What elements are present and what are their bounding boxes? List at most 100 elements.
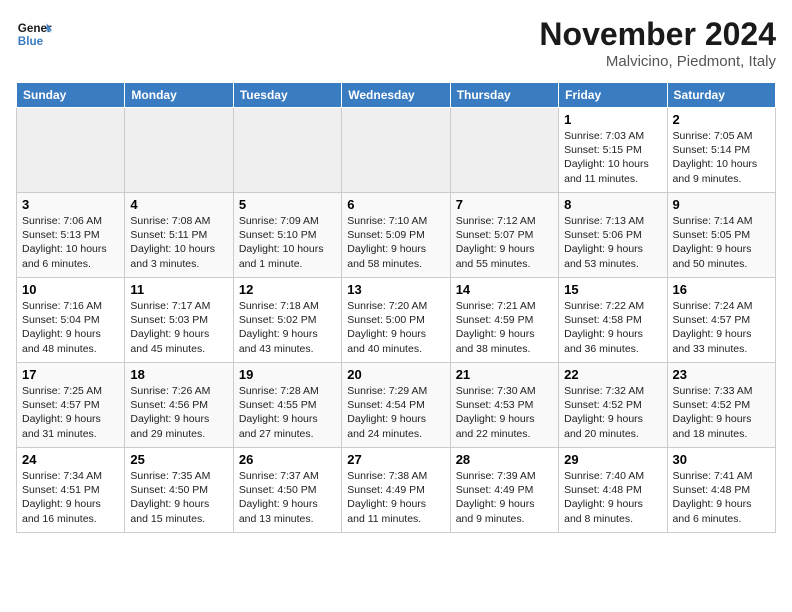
calendar-cell: 6 Sunrise: 7:10 AMSunset: 5:09 PMDaylight… [342, 193, 450, 278]
calendar-cell: 13Sunrise: 7:20 AMSunset: 5:00 PMDayligh… [342, 278, 450, 363]
weekday-header: Saturday [667, 83, 775, 108]
day-number: 19 [239, 367, 336, 382]
day-number: 26 [239, 452, 336, 467]
calendar-cell: 16 Sunrise: 7:24 AMSunset: 4:57 PMDayligh… [667, 278, 775, 363]
day-number: 29 [564, 452, 661, 467]
day-number: 25 [130, 452, 227, 467]
calendar-cell: 26 Sunrise: 7:37 AMSunset: 4:50 PMDayligh… [233, 448, 341, 533]
calendar-week-row: 1 Sunrise: 7:03 AMSunset: 5:15 PMDaylight… [17, 108, 776, 193]
day-info: Sunrise: 7:30 AMSunset: 4:53 PMDaylight:… [456, 384, 553, 441]
weekday-header: Monday [125, 83, 233, 108]
day-number: 23 [673, 367, 770, 382]
calendar-cell: 15Sunrise: 7:22 AMSunset: 4:58 PMDayligh… [559, 278, 667, 363]
day-number: 15 [564, 282, 661, 297]
calendar-cell: 10 Sunrise: 7:16 AMSunset: 5:04 PMDayligh… [17, 278, 125, 363]
calendar-cell: 20 Sunrise: 7:29 AMSunset: 4:54 PMDayligh… [342, 363, 450, 448]
calendar-cell [342, 108, 450, 193]
calendar-cell: 23 Sunrise: 7:33 AMSunset: 4:52 PMDayligh… [667, 363, 775, 448]
day-number: 10 [22, 282, 119, 297]
day-info: Sunrise: 7:35 AMSunset: 4:50 PMDaylight:… [130, 469, 227, 526]
day-info: Sunrise: 7:09 AMSunset: 5:10 PMDaylight:… [239, 214, 336, 271]
day-number: 27 [347, 452, 444, 467]
location-subtitle: Malvicino, Piedmont, Italy [539, 53, 776, 70]
day-number: 1 [564, 112, 661, 127]
calendar-cell: 30Sunrise: 7:41 AMSunset: 4:48 PMDayligh… [667, 448, 775, 533]
day-number: 5 [239, 197, 336, 212]
calendar-table: SundayMondayTuesdayWednesdayThursdayFrid… [16, 82, 776, 533]
day-info: Sunrise: 7:17 AMSunset: 5:03 PMDaylight:… [130, 299, 227, 356]
day-info: Sunrise: 7:37 AMSunset: 4:50 PMDaylight:… [239, 469, 336, 526]
calendar-cell: 18 Sunrise: 7:26 AMSunset: 4:56 PMDayligh… [125, 363, 233, 448]
svg-text:Blue: Blue [18, 35, 44, 48]
day-info: Sunrise: 7:10 AMSunset: 5:09 PMDaylight:… [347, 214, 444, 271]
weekday-header: Sunday [17, 83, 125, 108]
calendar-week-row: 17 Sunrise: 7:25 AMSunset: 4:57 PMDayligh… [17, 363, 776, 448]
day-info: Sunrise: 7:33 AMSunset: 4:52 PMDaylight:… [673, 384, 770, 441]
day-info: Sunrise: 7:08 AMSunset: 5:11 PMDaylight:… [130, 214, 227, 271]
day-info: Sunrise: 7:18 AMSunset: 5:02 PMDaylight:… [239, 299, 336, 356]
calendar-cell: 25 Sunrise: 7:35 AMSunset: 4:50 PMDayligh… [125, 448, 233, 533]
logo-icon: General Blue [16, 16, 52, 52]
day-number: 4 [130, 197, 227, 212]
weekday-header: Tuesday [233, 83, 341, 108]
day-number: 9 [673, 197, 770, 212]
day-info: Sunrise: 7:25 AMSunset: 4:57 PMDaylight:… [22, 384, 119, 441]
day-number: 28 [456, 452, 553, 467]
weekday-header: Friday [559, 83, 667, 108]
day-info: Sunrise: 7:21 AMSunset: 4:59 PMDaylight:… [456, 299, 553, 356]
day-info: Sunrise: 7:20 AMSunset: 5:00 PMDaylight:… [347, 299, 444, 356]
day-number: 11 [130, 282, 227, 297]
day-number: 14 [456, 282, 553, 297]
calendar-cell: 22 Sunrise: 7:32 AMSunset: 4:52 PMDayligh… [559, 363, 667, 448]
page-header: General Blue November 2024 Malvicino, Pi… [16, 16, 776, 70]
day-info: Sunrise: 7:28 AMSunset: 4:55 PMDaylight:… [239, 384, 336, 441]
day-number: 6 [347, 197, 444, 212]
calendar-cell: 12 Sunrise: 7:18 AMSunset: 5:02 PMDayligh… [233, 278, 341, 363]
day-number: 16 [673, 282, 770, 297]
day-info: Sunrise: 7:16 AMSunset: 5:04 PMDaylight:… [22, 299, 119, 356]
day-info: Sunrise: 7:40 AMSunset: 4:48 PMDaylight:… [564, 469, 661, 526]
calendar-week-row: 10 Sunrise: 7:16 AMSunset: 5:04 PMDayligh… [17, 278, 776, 363]
calendar-cell: 17 Sunrise: 7:25 AMSunset: 4:57 PMDayligh… [17, 363, 125, 448]
day-number: 7 [456, 197, 553, 212]
day-info: Sunrise: 7:05 AMSunset: 5:14 PMDaylight:… [673, 129, 770, 186]
calendar-cell [17, 108, 125, 193]
calendar-cell: 27Sunrise: 7:38 AMSunset: 4:49 PMDayligh… [342, 448, 450, 533]
day-number: 18 [130, 367, 227, 382]
calendar-cell: 9 Sunrise: 7:14 AMSunset: 5:05 PMDaylight… [667, 193, 775, 278]
calendar-cell: 2 Sunrise: 7:05 AMSunset: 5:14 PMDaylight… [667, 108, 775, 193]
calendar-cell: 3 Sunrise: 7:06 AMSunset: 5:13 PMDaylight… [17, 193, 125, 278]
title-block: November 2024 Malvicino, Piedmont, Italy [539, 16, 776, 70]
day-info: Sunrise: 7:03 AMSunset: 5:15 PMDaylight:… [564, 129, 661, 186]
day-number: 17 [22, 367, 119, 382]
day-number: 22 [564, 367, 661, 382]
month-title: November 2024 [539, 16, 776, 53]
calendar-cell: 11 Sunrise: 7:17 AMSunset: 5:03 PMDayligh… [125, 278, 233, 363]
calendar-cell [233, 108, 341, 193]
calendar-week-row: 24Sunrise: 7:34 AMSunset: 4:51 PMDayligh… [17, 448, 776, 533]
day-number: 2 [673, 112, 770, 127]
day-info: Sunrise: 7:06 AMSunset: 5:13 PMDaylight:… [22, 214, 119, 271]
calendar-cell [125, 108, 233, 193]
calendar-cell: 8 Sunrise: 7:13 AMSunset: 5:06 PMDaylight… [559, 193, 667, 278]
calendar-week-row: 3 Sunrise: 7:06 AMSunset: 5:13 PMDaylight… [17, 193, 776, 278]
day-number: 12 [239, 282, 336, 297]
day-number: 30 [673, 452, 770, 467]
day-number: 8 [564, 197, 661, 212]
day-info: Sunrise: 7:32 AMSunset: 4:52 PMDaylight:… [564, 384, 661, 441]
day-number: 21 [456, 367, 553, 382]
logo: General Blue [16, 16, 52, 52]
day-info: Sunrise: 7:29 AMSunset: 4:54 PMDaylight:… [347, 384, 444, 441]
weekday-header: Wednesday [342, 83, 450, 108]
day-info: Sunrise: 7:26 AMSunset: 4:56 PMDaylight:… [130, 384, 227, 441]
calendar-cell: 24Sunrise: 7:34 AMSunset: 4:51 PMDayligh… [17, 448, 125, 533]
calendar-cell [450, 108, 558, 193]
calendar-cell: 14 Sunrise: 7:21 AMSunset: 4:59 PMDayligh… [450, 278, 558, 363]
day-number: 3 [22, 197, 119, 212]
day-number: 20 [347, 367, 444, 382]
day-info: Sunrise: 7:24 AMSunset: 4:57 PMDaylight:… [673, 299, 770, 356]
day-info: Sunrise: 7:13 AMSunset: 5:06 PMDaylight:… [564, 214, 661, 271]
calendar-cell: 4 Sunrise: 7:08 AMSunset: 5:11 PMDaylight… [125, 193, 233, 278]
calendar-cell: 7Sunrise: 7:12 AMSunset: 5:07 PMDaylight… [450, 193, 558, 278]
day-info: Sunrise: 7:14 AMSunset: 5:05 PMDaylight:… [673, 214, 770, 271]
